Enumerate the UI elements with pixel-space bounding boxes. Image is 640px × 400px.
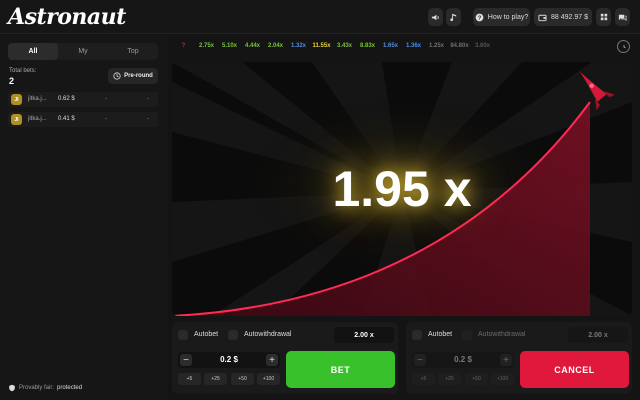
how-to-play-button[interactable]: ? How to play? bbox=[473, 8, 530, 26]
how-to-play-label: How to play? bbox=[487, 13, 529, 21]
question-icon: ? bbox=[475, 13, 484, 21]
multiplier-history: ? 2.75x 5.10x 4.44x 2.04x 1.32x 11.55x 3… bbox=[172, 38, 632, 54]
history-item: 1.25x bbox=[428, 43, 444, 49]
autowithdrawal-label: Autowithdrawal bbox=[244, 331, 292, 338]
bet-multiplier: - bbox=[105, 116, 107, 122]
svg-text:?: ? bbox=[477, 15, 481, 21]
bet-amount: 0.41 $ bbox=[58, 116, 75, 122]
chat-button[interactable] bbox=[615, 8, 630, 26]
history-item: ? bbox=[181, 43, 186, 49]
top-bar: Astronaut ? How to play? 88 492.97 $ bbox=[0, 0, 640, 34]
history-item: 8.83x bbox=[359, 43, 375, 49]
history-item: 84.80x bbox=[450, 43, 469, 49]
wallet-icon bbox=[538, 14, 547, 21]
current-multiplier: 1.95 x bbox=[332, 161, 472, 217]
history-item: 4.44x bbox=[244, 43, 260, 49]
tab-top[interactable]: Top bbox=[108, 43, 158, 60]
bet-player-name: jitka.j... bbox=[28, 116, 47, 122]
history-item: 2.75x bbox=[198, 43, 214, 49]
bet-player-name: jitka.j... bbox=[28, 96, 47, 102]
provably-fair-value: protected bbox=[57, 385, 83, 391]
history-item: 3.60x bbox=[474, 43, 490, 49]
grid-icon bbox=[600, 13, 607, 21]
balance-value: 88 492.97 $ bbox=[551, 13, 588, 21]
bet-button[interactable]: BET bbox=[286, 351, 395, 388]
balance-display: 88 492.97 $ bbox=[534, 8, 592, 26]
autowithdrawal-multiplier-input[interactable]: 2.00 x bbox=[334, 327, 394, 343]
speaker-icon bbox=[431, 14, 439, 20]
increase-stake-button[interactable]: + bbox=[266, 354, 278, 366]
cancel-button[interactable]: CANCEL bbox=[520, 351, 629, 388]
bet-multiplier: - bbox=[105, 96, 107, 102]
game-canvas: 1.95 x bbox=[172, 62, 632, 316]
autobet-label: Autobet bbox=[428, 331, 453, 338]
bet-amount: 0.62 $ bbox=[58, 96, 75, 102]
bet-win: - bbox=[147, 116, 149, 122]
bet-panel-1: Autobet Autowithdrawal 2.00 x 0.2 $ − + … bbox=[172, 322, 398, 394]
quick-add-50-button[interactable]: +50 bbox=[465, 373, 488, 385]
chat-icon bbox=[618, 14, 627, 21]
history-item: 1.36x bbox=[405, 43, 421, 49]
decrease-stake-button[interactable]: − bbox=[414, 354, 426, 366]
pre-round-button[interactable]: Pre-round bbox=[108, 68, 158, 84]
bet-row: JI jitka.j... 0.41 $ - - bbox=[8, 112, 158, 127]
music-button[interactable] bbox=[446, 8, 461, 26]
quick-add-50-button[interactable]: +50 bbox=[231, 373, 254, 385]
decrease-stake-button[interactable]: − bbox=[180, 354, 192, 366]
menu-grid-button[interactable] bbox=[596, 8, 611, 26]
history-item: 1.32x bbox=[290, 43, 306, 49]
clock-icon bbox=[623, 44, 626, 48]
tab-all[interactable]: All bbox=[8, 43, 58, 60]
bet-row: JI jitka.j... 0.62 $ - - bbox=[8, 92, 158, 107]
quick-add-25-button[interactable]: +25 bbox=[438, 373, 461, 385]
quick-add-100-button[interactable]: +100 bbox=[257, 373, 280, 385]
autowithdrawal-multiplier-input[interactable]: 2.00 x bbox=[568, 327, 628, 343]
quick-add-100-button[interactable]: +100 bbox=[491, 373, 514, 385]
pre-round-label: Pre-round bbox=[124, 73, 153, 79]
bets-sidebar: All My Top Total bets: 2 Pre-round JI ji… bbox=[0, 34, 168, 400]
history-item: 3.43x bbox=[336, 43, 352, 49]
avatar: JI bbox=[11, 94, 22, 105]
autowithdrawal-label: Autowithdrawal bbox=[478, 331, 526, 338]
history-button[interactable] bbox=[617, 40, 630, 53]
increase-stake-button[interactable]: + bbox=[500, 354, 512, 366]
history-item: 2.04x bbox=[267, 43, 283, 49]
tab-my[interactable]: My bbox=[58, 43, 108, 60]
autobet-checkbox[interactable] bbox=[412, 330, 422, 340]
bet-win: - bbox=[147, 96, 149, 102]
stake-input[interactable]: 0.2 $ − + bbox=[178, 352, 280, 368]
stake-value: 0.2 $ bbox=[454, 355, 472, 364]
history-item: 5.10x bbox=[221, 43, 237, 49]
quick-add-25-button[interactable]: +25 bbox=[204, 373, 227, 385]
quick-add-5-button[interactable]: +5 bbox=[178, 373, 201, 385]
provably-fair[interactable]: Provably fair: protected bbox=[8, 384, 82, 392]
autobet-label: Autobet bbox=[194, 331, 219, 338]
bet-panel-2: Autobet Autowithdrawal 2.00 x 0.2 $ − + … bbox=[406, 322, 632, 394]
history-item: 1.65x bbox=[382, 43, 398, 49]
provably-fair-label: Provably fair: bbox=[19, 385, 55, 391]
shield-icon bbox=[9, 384, 15, 392]
game-logo: Astronaut bbox=[8, 4, 126, 30]
total-bets-label: Total bets: bbox=[9, 68, 37, 74]
autowithdrawal-checkbox[interactable] bbox=[462, 330, 472, 340]
autowithdrawal-checkbox[interactable] bbox=[228, 330, 238, 340]
avatar: JI bbox=[11, 114, 22, 125]
clock-icon bbox=[113, 72, 121, 80]
history-item: 11.55x bbox=[312, 43, 331, 49]
bets-tabs: All My Top bbox=[8, 43, 158, 60]
stake-value: 0.2 $ bbox=[220, 355, 238, 364]
total-bets-value: 2 bbox=[9, 76, 15, 86]
quick-add-5-button[interactable]: +5 bbox=[412, 373, 435, 385]
music-note-icon bbox=[450, 13, 457, 21]
stake-input[interactable]: 0.2 $ − + bbox=[412, 352, 514, 368]
autobet-checkbox[interactable] bbox=[178, 330, 188, 340]
sound-button[interactable] bbox=[428, 8, 443, 26]
